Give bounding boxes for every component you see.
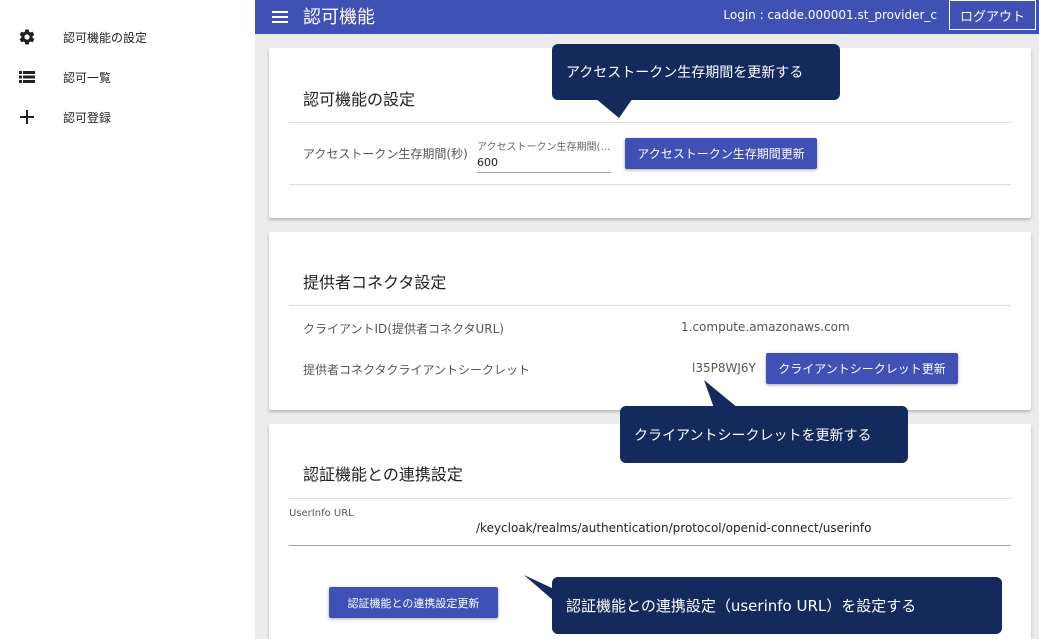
token-lifetime-label: アクセストークン生存期間(秒) — [303, 147, 468, 161]
sidebar-item-label: 認可登録 — [63, 110, 112, 125]
token-lifetime-field-label: アクセストークン生存期間(… — [477, 142, 611, 153]
menu-icon[interactable] — [271, 7, 291, 27]
userinfo-url-label: UserInfo URL — [289, 508, 354, 519]
divider — [289, 498, 1011, 499]
token-lifetime-update-button[interactable]: アクセストークン生存期間更新 — [625, 138, 817, 169]
app-header: 認可機能 Login : cadde.000001.st_provider_c … — [255, 0, 1039, 34]
client-secret-label: 提供者コネクタクライアントシークレット — [303, 363, 531, 377]
client-secret-update-button[interactable]: クライアントシークレット更新 — [766, 353, 958, 384]
callout-secret: クライアントシークレットを更新する — [620, 406, 908, 463]
userinfo-url-value[interactable]: /keycloak/realms/authentication/protocol… — [476, 521, 871, 535]
callout-userinfo: 認証機能との連携設定（userinfo URL）を設定する — [552, 577, 1002, 634]
card-title: 認証機能との連携設定 — [303, 465, 463, 484]
divider — [289, 122, 1011, 123]
sidebar: 認可機能の設定 認可一覧 認可登録 — [0, 0, 255, 639]
card-title: 認可機能の設定 — [303, 90, 416, 109]
divider — [289, 184, 1011, 185]
list-icon — [17, 67, 37, 87]
card-title: 提供者コネクタ設定 — [303, 273, 447, 292]
page-title: 認可機能 — [303, 7, 375, 28]
sidebar-item-auth-list[interactable]: 認可一覧 — [0, 57, 255, 97]
callout-token-pointer — [595, 98, 633, 118]
login-info: Login : cadde.000001.st_provider_c — [723, 8, 937, 22]
connector-settings-card: 提供者コネクタ設定 クライアントID(提供者コネクタURL) 1.compute… — [269, 232, 1031, 410]
plus-icon — [17, 107, 37, 127]
client-id-value: 1.compute.amazonaws.com — [681, 320, 850, 334]
callout-token: アクセストークン生存期間を更新する — [552, 44, 840, 100]
sidebar-item-auth-register[interactable]: 認可登録 — [0, 97, 255, 137]
sidebar-item-label: 認可一覧 — [63, 70, 112, 85]
token-lifetime-field: アクセストークン生存期間(… — [477, 138, 617, 178]
logout-button[interactable]: ログアウト — [949, 0, 1036, 30]
client-id-label: クライアントID(提供者コネクタURL) — [303, 322, 504, 336]
callout-secret-pointer — [704, 380, 738, 408]
auth-link-update-button[interactable]: 認証機能との連携設定更新 — [329, 587, 498, 618]
token-lifetime-input[interactable] — [477, 153, 611, 173]
callout-userinfo-pointer — [524, 575, 554, 601]
gear-icon — [17, 27, 37, 47]
divider — [289, 305, 1011, 306]
client-secret-value: l35P8WJ6Y — [692, 361, 756, 375]
sidebar-item-label: 認可機能の設定 — [63, 30, 148, 45]
divider — [289, 545, 1011, 546]
sidebar-item-auth-settings[interactable]: 認可機能の設定 — [0, 17, 255, 57]
